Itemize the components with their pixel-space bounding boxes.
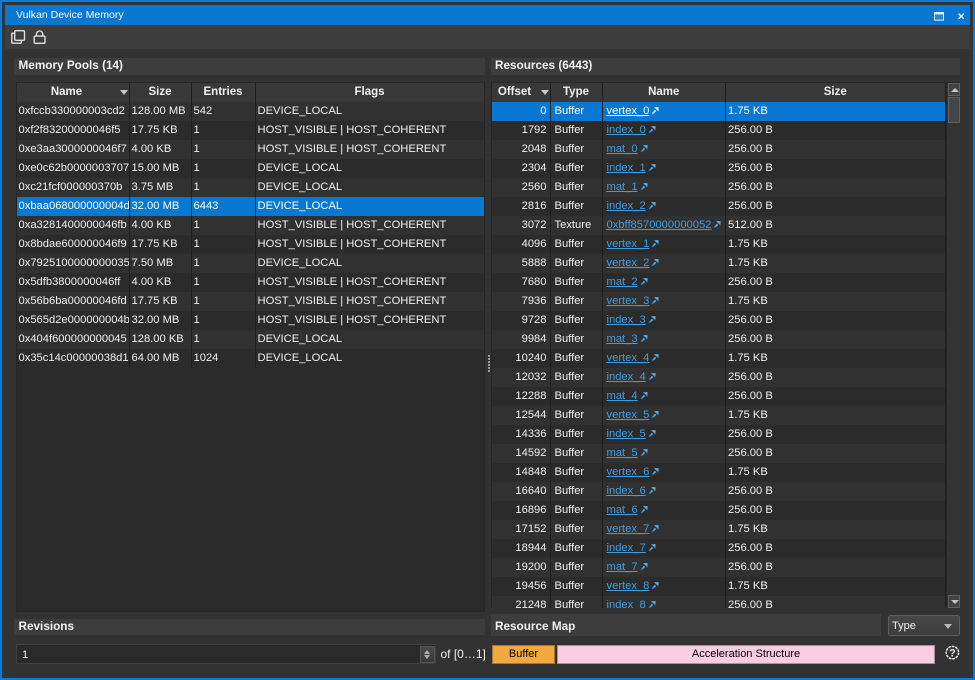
svg-text:?: ?	[949, 647, 956, 659]
